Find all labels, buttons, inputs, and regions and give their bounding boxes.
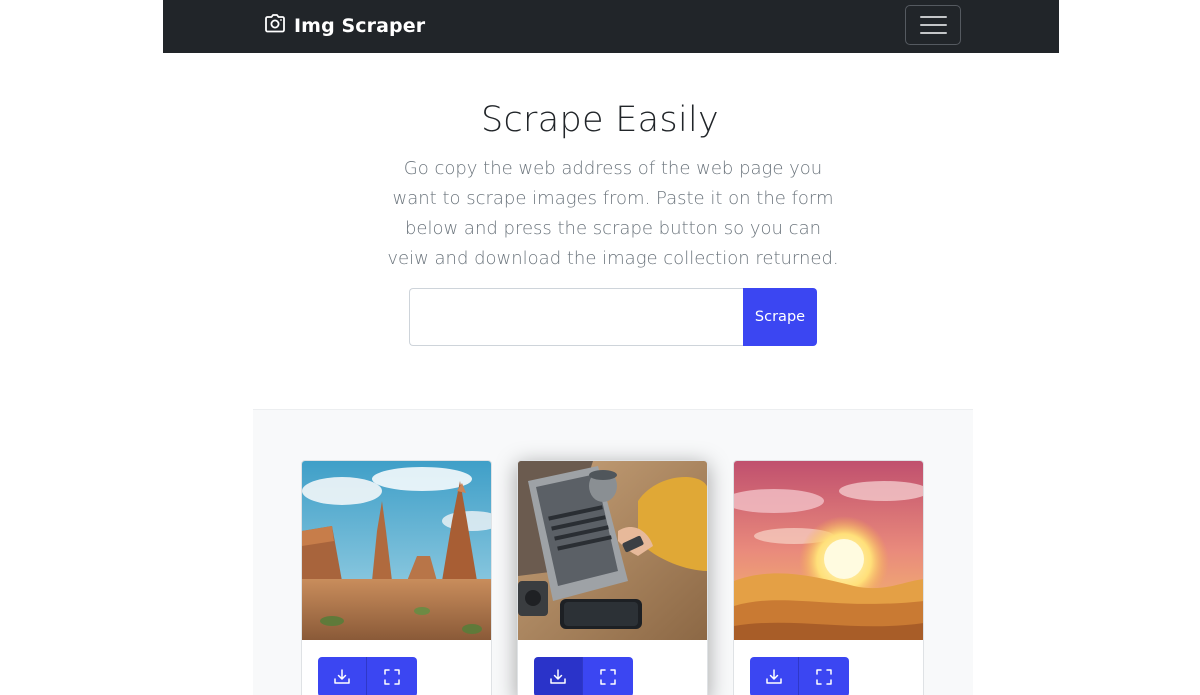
hamburger-menu-icon-line xyxy=(919,32,947,34)
image-card xyxy=(733,460,924,695)
desert-canyon-image[interactable] xyxy=(302,461,492,640)
page-description: Go copy the web address of the web page … xyxy=(387,158,839,269)
download-icon xyxy=(334,669,350,684)
scrape-form: Scrape xyxy=(409,288,817,346)
image-gallery xyxy=(253,409,973,695)
fullscreen-button[interactable] xyxy=(367,657,417,695)
image-card xyxy=(301,460,492,695)
card-actions xyxy=(750,657,849,695)
fullscreen-icon xyxy=(384,669,400,685)
download-icon xyxy=(550,669,566,684)
download-button[interactable] xyxy=(318,657,367,695)
fullscreen-button[interactable] xyxy=(799,657,849,695)
scrape-button[interactable]: Scrape xyxy=(743,288,817,346)
download-button[interactable] xyxy=(534,657,583,695)
fullscreen-button[interactable] xyxy=(583,657,633,695)
top-navbar: Img Scraper xyxy=(163,0,1059,53)
brand-link[interactable]: Img Scraper xyxy=(264,13,425,39)
page-title: Scrape Easily xyxy=(480,100,720,140)
card-actions xyxy=(318,657,417,695)
fullscreen-icon xyxy=(600,669,616,685)
download-icon xyxy=(766,669,782,684)
navbar-toggle-button[interactable] xyxy=(905,5,961,45)
image-card xyxy=(517,460,708,695)
url-input[interactable] xyxy=(409,288,743,346)
hamburger-menu-icon-line xyxy=(919,16,947,18)
laptop-workspace-image[interactable] xyxy=(518,461,708,640)
brand-name: Img Scraper xyxy=(294,15,426,37)
sunset-dunes-image[interactable] xyxy=(734,461,924,640)
camera-icon xyxy=(264,14,286,38)
hamburger-menu-icon-line xyxy=(919,24,947,26)
fullscreen-icon xyxy=(816,669,832,685)
download-button[interactable] xyxy=(750,657,799,695)
card-actions xyxy=(534,657,633,695)
